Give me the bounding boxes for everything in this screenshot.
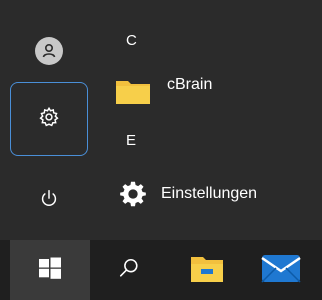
power-icon [38,188,60,215]
user-account-button[interactable] [10,18,88,84]
settings-button[interactable] [10,82,88,156]
app-item-einstellungen[interactable]: Einstellungen [115,174,315,214]
app-item-cbrain[interactable]: cBrain [115,70,315,110]
section-header-e[interactable]: E [126,132,136,149]
gear-icon [38,106,60,133]
start-button[interactable] [10,240,90,300]
windows-logo-icon [38,256,62,285]
search-button[interactable] [94,240,164,300]
app-item-label: Einstellungen [161,185,258,202]
taskbar [0,240,322,300]
user-icon [35,37,63,65]
start-menu-rail [0,0,100,240]
folder-icon [115,75,151,105]
folder-icon [189,252,225,289]
search-icon [118,257,140,284]
mail-button[interactable] [246,240,316,300]
mail-icon [261,252,301,289]
section-header-c[interactable]: C [126,32,137,49]
app-item-label: cBrain [167,76,213,93]
gear-icon [119,180,147,208]
power-button[interactable] [10,168,88,234]
file-explorer-button[interactable] [172,240,242,300]
